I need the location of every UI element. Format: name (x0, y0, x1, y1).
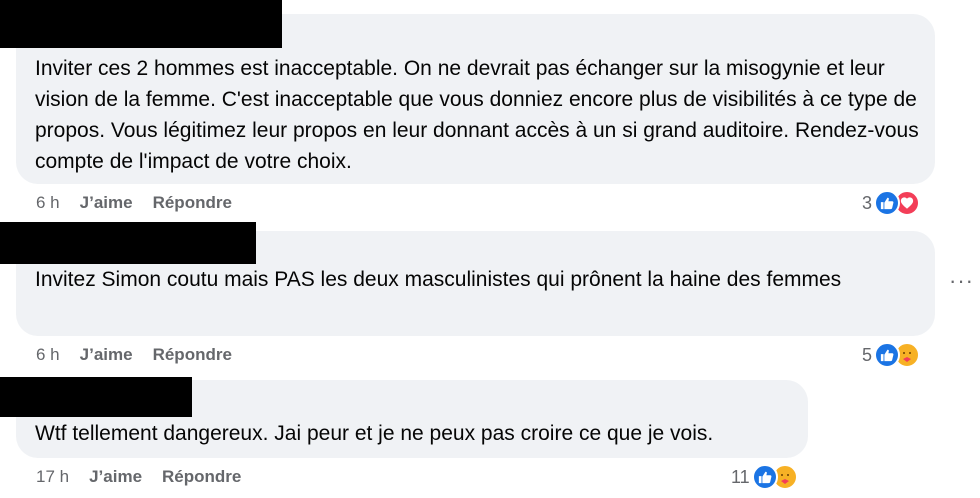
comment-actions: 17 h J’aime Répondre (36, 467, 261, 487)
like-icon (751, 464, 778, 490)
comment-age: 6 h (36, 345, 60, 364)
like-button[interactable]: J’aime (80, 193, 133, 212)
like-icon (874, 190, 901, 216)
comment-text: Invitez Simon coutu mais PAS les deux ma… (35, 268, 842, 291)
reaction-count: 5 (862, 344, 873, 365)
comment-actions: 6 h J’aime Répondre (36, 345, 252, 365)
comment-age: 6 h (36, 193, 60, 212)
redacted-author-name (0, 0, 282, 48)
comment-text: Inviter ces 2 hommes est inacceptable. O… (35, 57, 919, 173)
reply-button[interactable]: Répondre (162, 467, 241, 486)
redacted-author-name (0, 222, 256, 264)
like-button[interactable]: J’aime (80, 345, 133, 364)
comment-text: Wtf tellement dangereux. Jai peur et je … (35, 422, 714, 445)
reaction-count: 3 (862, 192, 873, 213)
reply-button[interactable]: Répondre (153, 193, 232, 212)
more-options-icon[interactable]: ··· (949, 268, 974, 294)
comment-age: 17 h (36, 467, 70, 486)
like-button[interactable]: J’aime (89, 467, 142, 486)
reaction-summary[interactable]: 11 (731, 463, 798, 491)
like-icon (874, 342, 901, 368)
redacted-author-name (0, 377, 192, 417)
comment-actions: 6 h J’aime Répondre (36, 193, 252, 213)
reaction-summary[interactable]: 5 (862, 341, 921, 369)
reaction-count: 11 (731, 466, 750, 487)
reaction-summary[interactable]: 3 (862, 189, 921, 217)
reply-button[interactable]: Répondre (153, 345, 232, 364)
